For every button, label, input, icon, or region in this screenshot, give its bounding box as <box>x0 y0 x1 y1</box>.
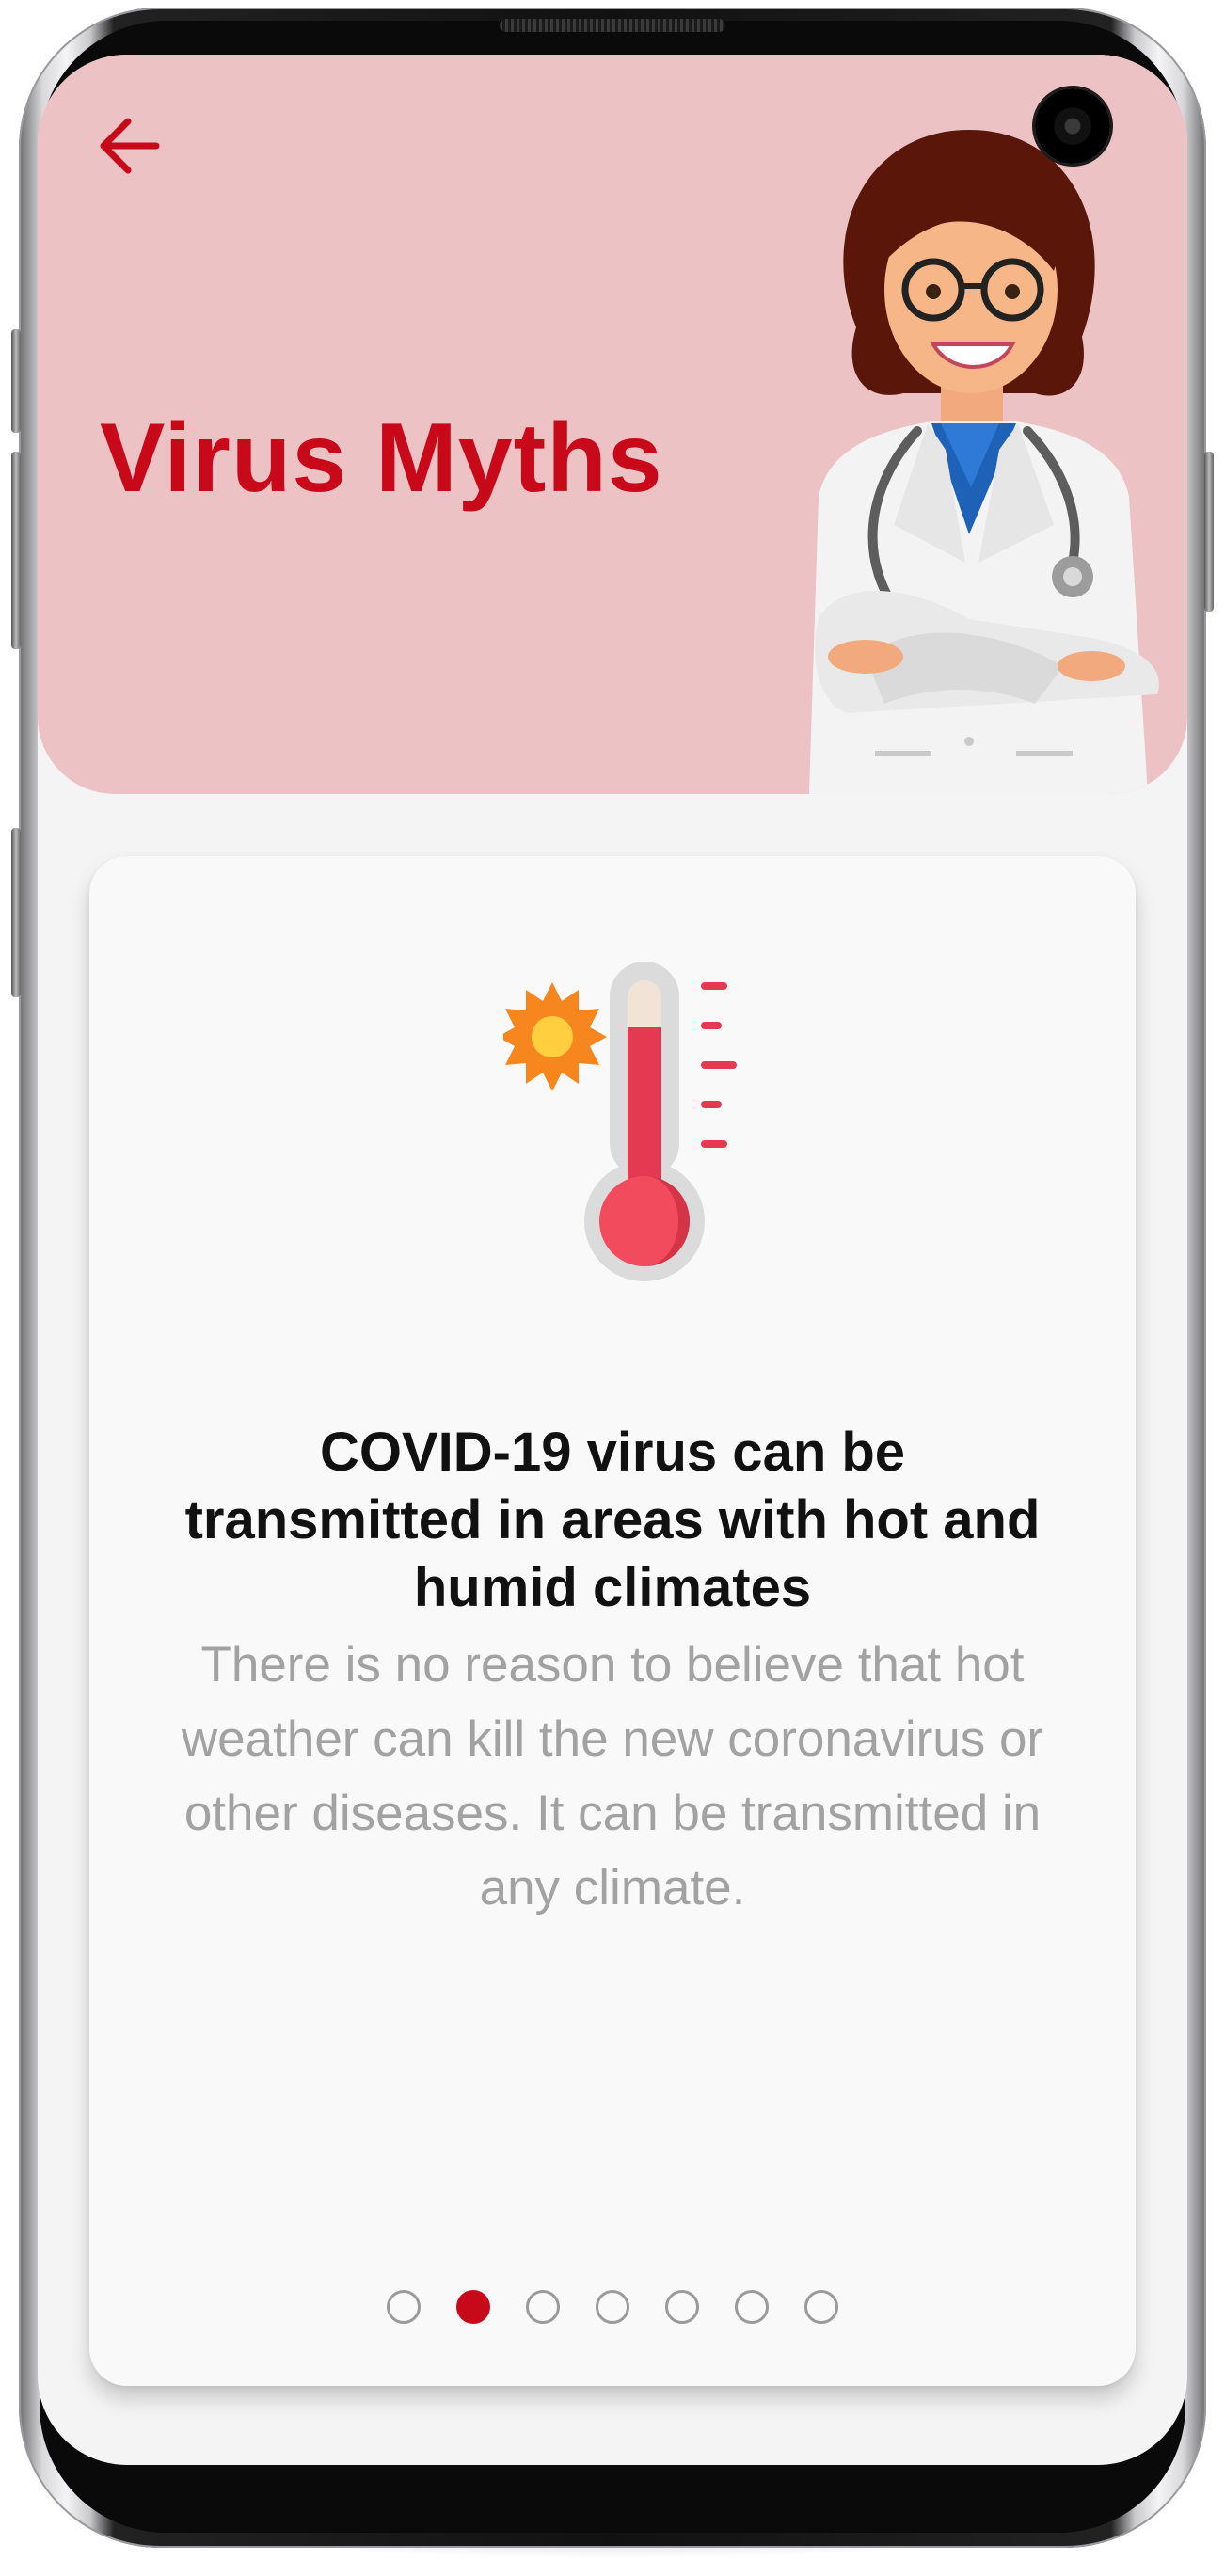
header-banner: Virus Myths <box>38 55 1187 794</box>
page-dot[interactable] <box>387 2290 421 2324</box>
volume-button <box>11 329 21 433</box>
page-dot[interactable] <box>596 2290 629 2324</box>
thermometer-sun-icon <box>503 962 737 1281</box>
page-dot[interactable] <box>526 2290 560 2324</box>
page-dot[interactable] <box>665 2290 699 2324</box>
front-camera <box>1035 88 1110 164</box>
power-button <box>1204 452 1214 612</box>
volume-rocker <box>11 452 21 649</box>
myth-card: COVID-19 virus can be transmitted in are… <box>89 856 1136 2386</box>
page-dot[interactable] <box>804 2290 838 2324</box>
doctor-illustration <box>809 130 1159 794</box>
device-frame: Virus Myths COVID-19 virus can be transm… <box>0 0 1225 2576</box>
page-indicator <box>89 2290 1136 2324</box>
myth-title: COVID-19 virus can be transmitted in are… <box>184 1422 1041 1618</box>
bixby-button <box>11 828 21 997</box>
page-dot-active[interactable] <box>456 2290 490 2324</box>
arrow-left-icon <box>100 118 160 174</box>
page-dot[interactable] <box>735 2290 769 2324</box>
earpiece-speaker <box>500 19 725 32</box>
app-screen: Virus Myths COVID-19 virus can be transm… <box>38 55 1187 2465</box>
myth-description: There is no reason to believe that hot w… <box>181 1637 1044 1916</box>
page-title: Virus Myths <box>100 404 663 513</box>
back-button[interactable] <box>87 103 171 188</box>
